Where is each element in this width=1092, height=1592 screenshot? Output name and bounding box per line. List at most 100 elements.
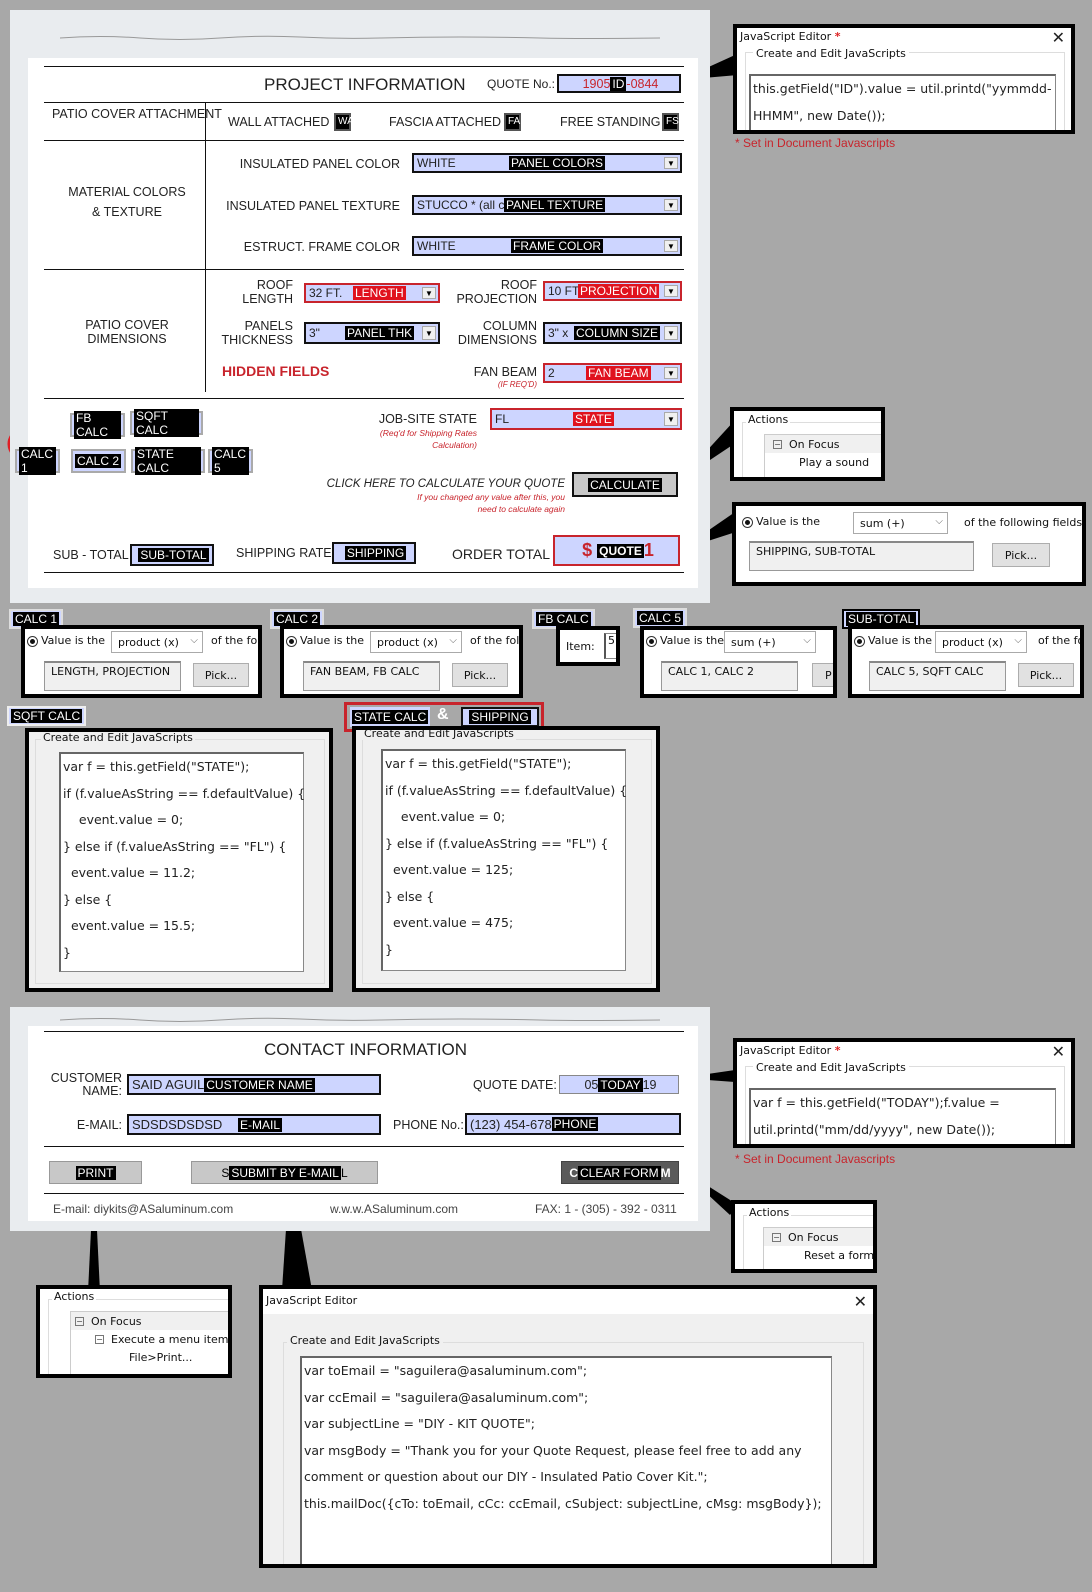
chevron-down-icon: ▼: [664, 285, 678, 297]
operation-select[interactable]: sum (+) ⌵: [853, 512, 948, 534]
hidden-field-fb-calc[interactable]: FB CALC: [70, 411, 125, 439]
clear-form-button[interactable]: C CLEAR FORM M: [561, 1161, 679, 1184]
panel-thickness-dropdown[interactable]: 3" PANEL THK ▼: [304, 322, 440, 344]
actions-tree: − On Focus Reset a form: [763, 1227, 873, 1269]
of-fields-label: of the fo: [211, 634, 258, 647]
pick-button[interactable]: P: [812, 663, 833, 687]
fan-beam-dropdown[interactable]: 2 FAN BEAM ▼: [543, 363, 682, 383]
tree-item-on-focus[interactable]: − On Focus: [71, 1312, 228, 1330]
pick-button[interactable]: Pick...: [193, 663, 249, 687]
fields-list[interactable]: LENGTH, PROJECTION: [44, 661, 181, 691]
operation-select[interactable]: product (x) ⌵: [111, 631, 203, 653]
chevron-down-icon: ⌵: [935, 516, 943, 527]
fields-list[interactable]: CALC 1, CALC 2: [661, 661, 798, 691]
value-is-the-radio[interactable]: Value is the: [646, 634, 724, 647]
value-is-the-radio[interactable]: Value is the: [286, 634, 364, 647]
subtotal-field[interactable]: SUB-TOTAL: [130, 544, 214, 566]
customer-name-field[interactable]: SAID AGUIL CUSTOMER NAME: [127, 1074, 381, 1095]
state-calc-tag: STATE CALC: [352, 710, 429, 724]
fascia-attached-checkbox[interactable]: FA: [504, 113, 521, 131]
frame-color-dropdown[interactable]: WHITE FRAME COLOR ▼: [412, 236, 682, 256]
email-label: E-MAIL:: [76, 1118, 122, 1132]
jobsite-state-label: JOB-SITE STATE: [378, 412, 477, 426]
email-field[interactable]: SDSDSDSDSD E-MAIL: [127, 1114, 381, 1135]
calculate-sub-2: need to calculate again: [477, 504, 565, 514]
code-textarea[interactable]: var f = this.getField("STATE"); if (f.val…: [59, 752, 305, 972]
calculate-sub-1: If you changed any value after this, you: [417, 492, 565, 502]
code-textarea[interactable]: var f = this.getField("TODAY");f.value =…: [749, 1088, 1056, 1144]
hidden-field-sqft-calc[interactable]: SQFT CALC: [130, 409, 203, 437]
pick-button[interactable]: Pick...: [992, 543, 1050, 567]
value-is-the-radio[interactable]: Value is the: [854, 634, 932, 647]
hidden-field-calc-5[interactable]: CALC 5: [208, 447, 253, 475]
tree-item-action[interactable]: Play a sound: [765, 453, 881, 471]
column-dimensions-dropdown[interactable]: 3" x COLUMN SIZE ▼: [543, 322, 682, 344]
id-editor-note: * Set in Document Javascripts: [735, 136, 896, 150]
order-total-field[interactable]: $ QUOTE 1: [553, 535, 680, 566]
collapse-icon[interactable]: −: [773, 439, 782, 449]
submit-by-email-button[interactable]: S SUBMIT BY E-MAIL L: [191, 1161, 378, 1184]
code-textarea[interactable]: this.getField("ID").value = util.printd(…: [749, 74, 1056, 130]
panel-texture-dropdown[interactable]: STUCCO * (all c PANEL TEXTURE ▼: [412, 195, 682, 215]
group-label: Create and Edit JavaScripts: [362, 727, 516, 740]
group-label: Create and Edit JavaScripts: [753, 1061, 909, 1074]
close-icon[interactable]: ✕: [854, 1292, 867, 1311]
tree-item-action[interactable]: Reset a form: [764, 1246, 873, 1264]
quote-no-field[interactable]: 1905 ID -0844: [557, 74, 681, 93]
fields-list[interactable]: SHIPPING, SUB-TOTAL: [749, 541, 974, 571]
quote-date-label: QUOTE DATE:: [473, 1078, 557, 1092]
operation-select[interactable]: product (x) ⌵: [935, 631, 1027, 653]
email-javascript-editor: JavaScript Editor ✕ Create and Edit Java…: [259, 1285, 877, 1568]
print-button[interactable]: PRINT: [49, 1161, 142, 1184]
collapse-icon[interactable]: −: [75, 1316, 84, 1326]
tree-item-on-focus[interactable]: − On Focus: [765, 435, 881, 453]
footer-website: w.w.w.ASaluminum.com: [330, 1202, 459, 1216]
torn-edge: [60, 1017, 660, 1022]
group-label: Create and Edit JavaScripts: [753, 47, 909, 60]
close-icon[interactable]: ✕: [1052, 28, 1065, 47]
fields-list[interactable]: CALC 5, SQFT CALC: [869, 661, 1006, 691]
shipping-rate-label: SHIPPING RATE: [236, 546, 332, 560]
hidden-field-state-calc[interactable]: STATE CALC: [131, 447, 205, 475]
phone-field[interactable]: (123) 454-678 PHONE: [465, 1113, 681, 1135]
tree-item-action[interactable]: − Execute a menu item: [71, 1330, 228, 1348]
free-standing-checkbox[interactable]: FS: [662, 113, 679, 131]
id-javascript-editor: JavaScript Editor * ✕ Create and Edit Ja…: [733, 24, 1075, 134]
frame-color-label: ESTRUCT. FRAME COLOR: [243, 240, 400, 254]
shipping-field[interactable]: SHIPPING: [332, 542, 416, 564]
fan-beam-label: FAN BEAM: [473, 365, 537, 379]
roof-length-dropdown[interactable]: 32 FT. LENGTH ▼: [304, 283, 440, 303]
jobsite-state-dropdown[interactable]: FL STATE ▼: [490, 408, 682, 430]
wall-attached-checkbox[interactable]: WA: [334, 113, 354, 131]
actions-tree: − On Focus − Execute a menu item File>Prin…: [70, 1311, 228, 1374]
collapse-icon[interactable]: −: [772, 1232, 781, 1242]
value-is-the-radio[interactable]: Value is the: [27, 634, 105, 647]
fields-list[interactable]: FAN BEAM, FB CALC: [303, 661, 440, 691]
collapse-icon[interactable]: −: [95, 1334, 104, 1344]
value-is-the-radio[interactable]: Value is the: [742, 515, 820, 528]
hidden-field-calc-2[interactable]: CALC 2: [71, 449, 126, 473]
item-input[interactable]: 5: [604, 633, 616, 659]
close-icon[interactable]: ✕: [1052, 1042, 1065, 1061]
operation-select[interactable]: sum (+) ⌵: [724, 631, 816, 653]
chevron-down-icon: ▼: [664, 157, 678, 169]
torn-edge: [60, 35, 660, 40]
code-textarea[interactable]: var toEmail = "saguilera@asaluminum.com"…: [300, 1356, 832, 1564]
calculate-actions-panel: Actions − On Focus Play a sound: [730, 407, 885, 481]
code-textarea[interactable]: var f = this.getField("STATE"); if (f.val…: [381, 749, 627, 971]
pick-button[interactable]: Pick...: [1018, 663, 1074, 687]
tree-item-on-focus[interactable]: − On Focus: [764, 1228, 873, 1246]
order-total-label: ORDER TOTAL: [452, 546, 551, 562]
tree-item-menu[interactable]: File>Print...: [71, 1348, 228, 1366]
phone-label: PHONE No.:: [393, 1118, 464, 1132]
materials-section-label-2: & TEXTURE: [92, 205, 162, 219]
quote-calculation-panel: Value is the sum (+) ⌵ of the following f…: [732, 502, 1086, 586]
operation-select[interactable]: product (x) ⌵: [370, 631, 462, 653]
quote-date-field[interactable]: 05 TODAY 19: [559, 1075, 679, 1094]
pick-button[interactable]: Pick...: [452, 663, 508, 687]
panel-color-dropdown[interactable]: WHITE PANEL COLORS ▼: [412, 153, 682, 173]
hidden-field-calc-1[interactable]: CALC 1: [15, 447, 60, 475]
roof-projection-dropdown[interactable]: 10 FT PROJECTION ▼: [543, 281, 682, 301]
chevron-down-icon: ⌵: [449, 635, 457, 646]
calculate-button[interactable]: CALCULATE: [572, 472, 678, 497]
